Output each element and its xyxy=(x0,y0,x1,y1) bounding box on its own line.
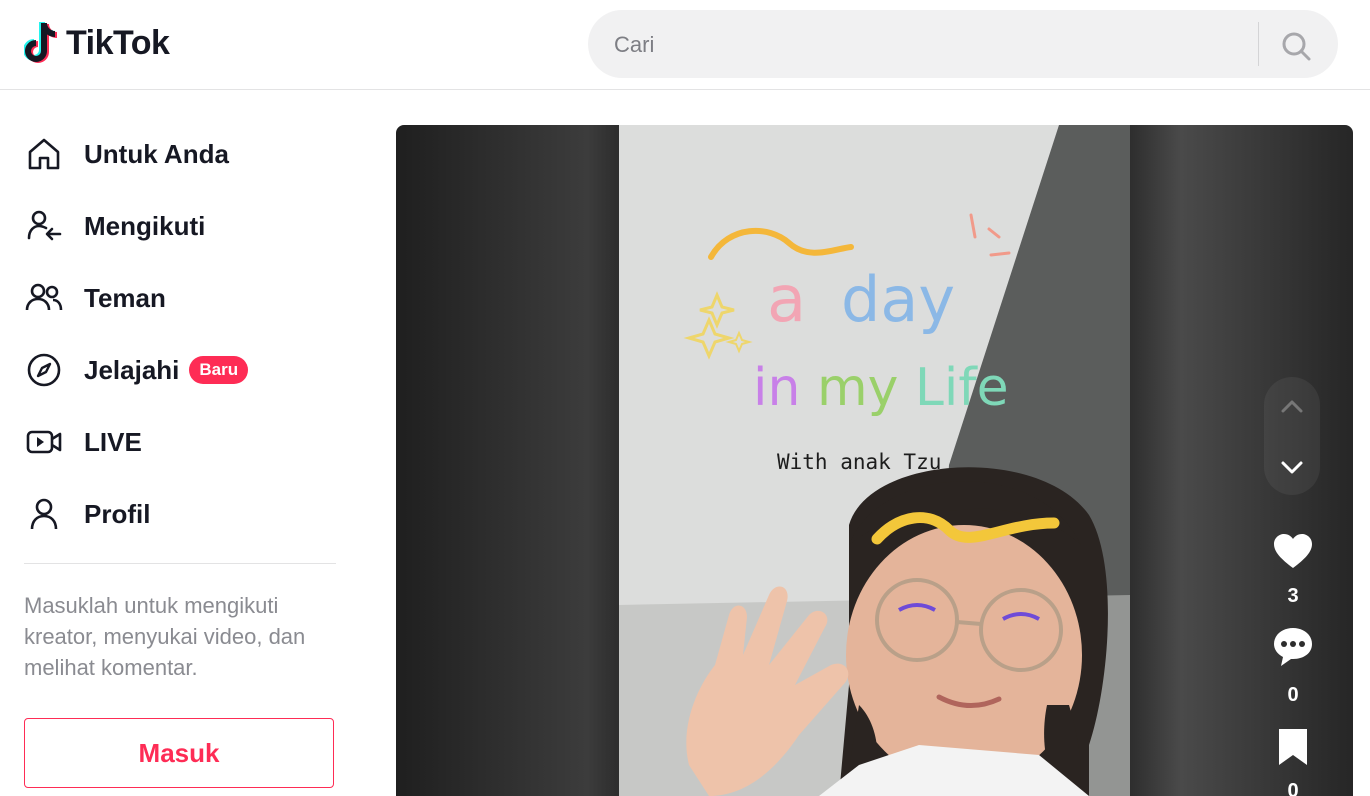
search-bar xyxy=(588,10,1338,78)
overlay-subtitle: With anak Tzu xyxy=(777,450,941,474)
search-input[interactable] xyxy=(612,24,1236,66)
sidebar-item-following[interactable]: Mengikuti xyxy=(24,204,205,248)
sidebar-item-profile[interactable]: Profil xyxy=(24,492,150,536)
search-divider xyxy=(1258,22,1259,66)
bookmark-button[interactable] xyxy=(1271,727,1315,772)
comment-button[interactable] xyxy=(1271,625,1315,674)
video-scene: a day in my Life With anak Tzu xyxy=(619,125,1130,796)
login-button[interactable]: Masuk xyxy=(24,718,334,788)
following-icon xyxy=(27,210,62,241)
search-button[interactable] xyxy=(1278,28,1314,64)
like-count: 3 xyxy=(1287,585,1299,607)
heart-icon xyxy=(1274,534,1312,568)
video-player[interactable]: a day in my Life With anak Tzu 3 0 0 xyxy=(396,125,1353,796)
overlay-title-1: day xyxy=(841,263,955,336)
overlay-title-2: in my Life xyxy=(753,358,1009,418)
sidebar-item-live[interactable]: LIVE xyxy=(24,420,142,464)
sidebar-item-label: Untuk Anda xyxy=(84,138,229,169)
comment-icon xyxy=(1274,628,1312,666)
like-button[interactable] xyxy=(1271,530,1315,579)
sidebar-item-explore[interactable]: Jelajahi Baru xyxy=(24,348,249,392)
tiktok-note-icon xyxy=(24,21,58,63)
video-nav-controls xyxy=(1264,377,1320,495)
live-icon xyxy=(26,430,62,454)
top-header: TikTok xyxy=(0,0,1370,90)
sidebar-item-for-you[interactable]: Untuk Anda xyxy=(24,132,229,176)
new-badge: Baru xyxy=(189,356,249,384)
tiktok-logo[interactable]: TikTok xyxy=(24,20,170,66)
home-icon xyxy=(28,138,60,170)
sidebar-item-label: Mengikuti xyxy=(84,210,206,241)
sidebar-divider xyxy=(24,563,336,564)
video-frame[interactable]: a day in my Life With anak Tzu xyxy=(619,125,1130,796)
sidebar-item-label: Profil xyxy=(84,498,151,529)
chevron-up-icon xyxy=(1281,400,1303,413)
search-icon xyxy=(1282,32,1311,61)
profile-icon xyxy=(30,498,58,530)
next-video-button[interactable] xyxy=(1276,451,1308,483)
sidebar: Untuk Anda Mengikuti Teman Jelajahi Baru… xyxy=(0,90,360,796)
login-prompt: Masuklah untuk mengikuti kreator, menyuk… xyxy=(24,593,306,680)
sidebar-item-label: LIVE xyxy=(84,426,142,457)
sidebar-item-friends[interactable]: Teman xyxy=(24,276,166,320)
chevron-down-icon xyxy=(1281,461,1303,474)
compass-icon xyxy=(27,353,61,387)
sidebar-item-label: Jelajahi xyxy=(84,354,180,385)
sidebar-item-label: Teman xyxy=(84,282,166,313)
bookmark-count: 0 xyxy=(1287,780,1299,796)
bookmark-icon xyxy=(1279,729,1307,765)
logo-text: TikTok xyxy=(66,23,170,62)
overlay-title-1-part: a xyxy=(767,263,806,337)
friends-icon xyxy=(25,283,63,311)
comment-count: 0 xyxy=(1287,684,1299,706)
previous-video-button[interactable] xyxy=(1276,391,1308,423)
